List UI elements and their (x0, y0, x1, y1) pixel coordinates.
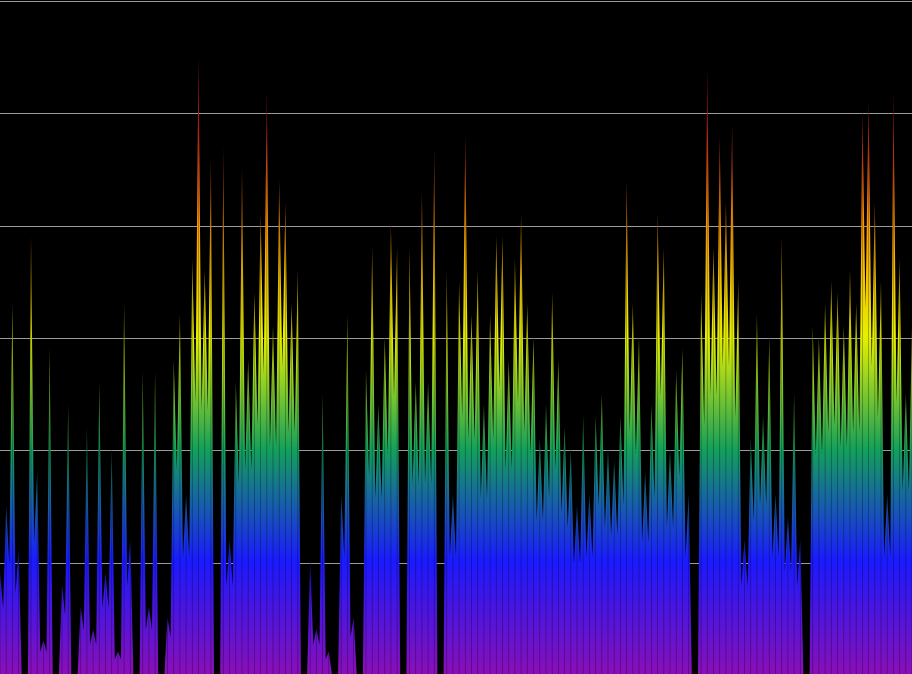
chart-canvas (0, 0, 912, 674)
spectrum-area-chart (0, 0, 912, 674)
